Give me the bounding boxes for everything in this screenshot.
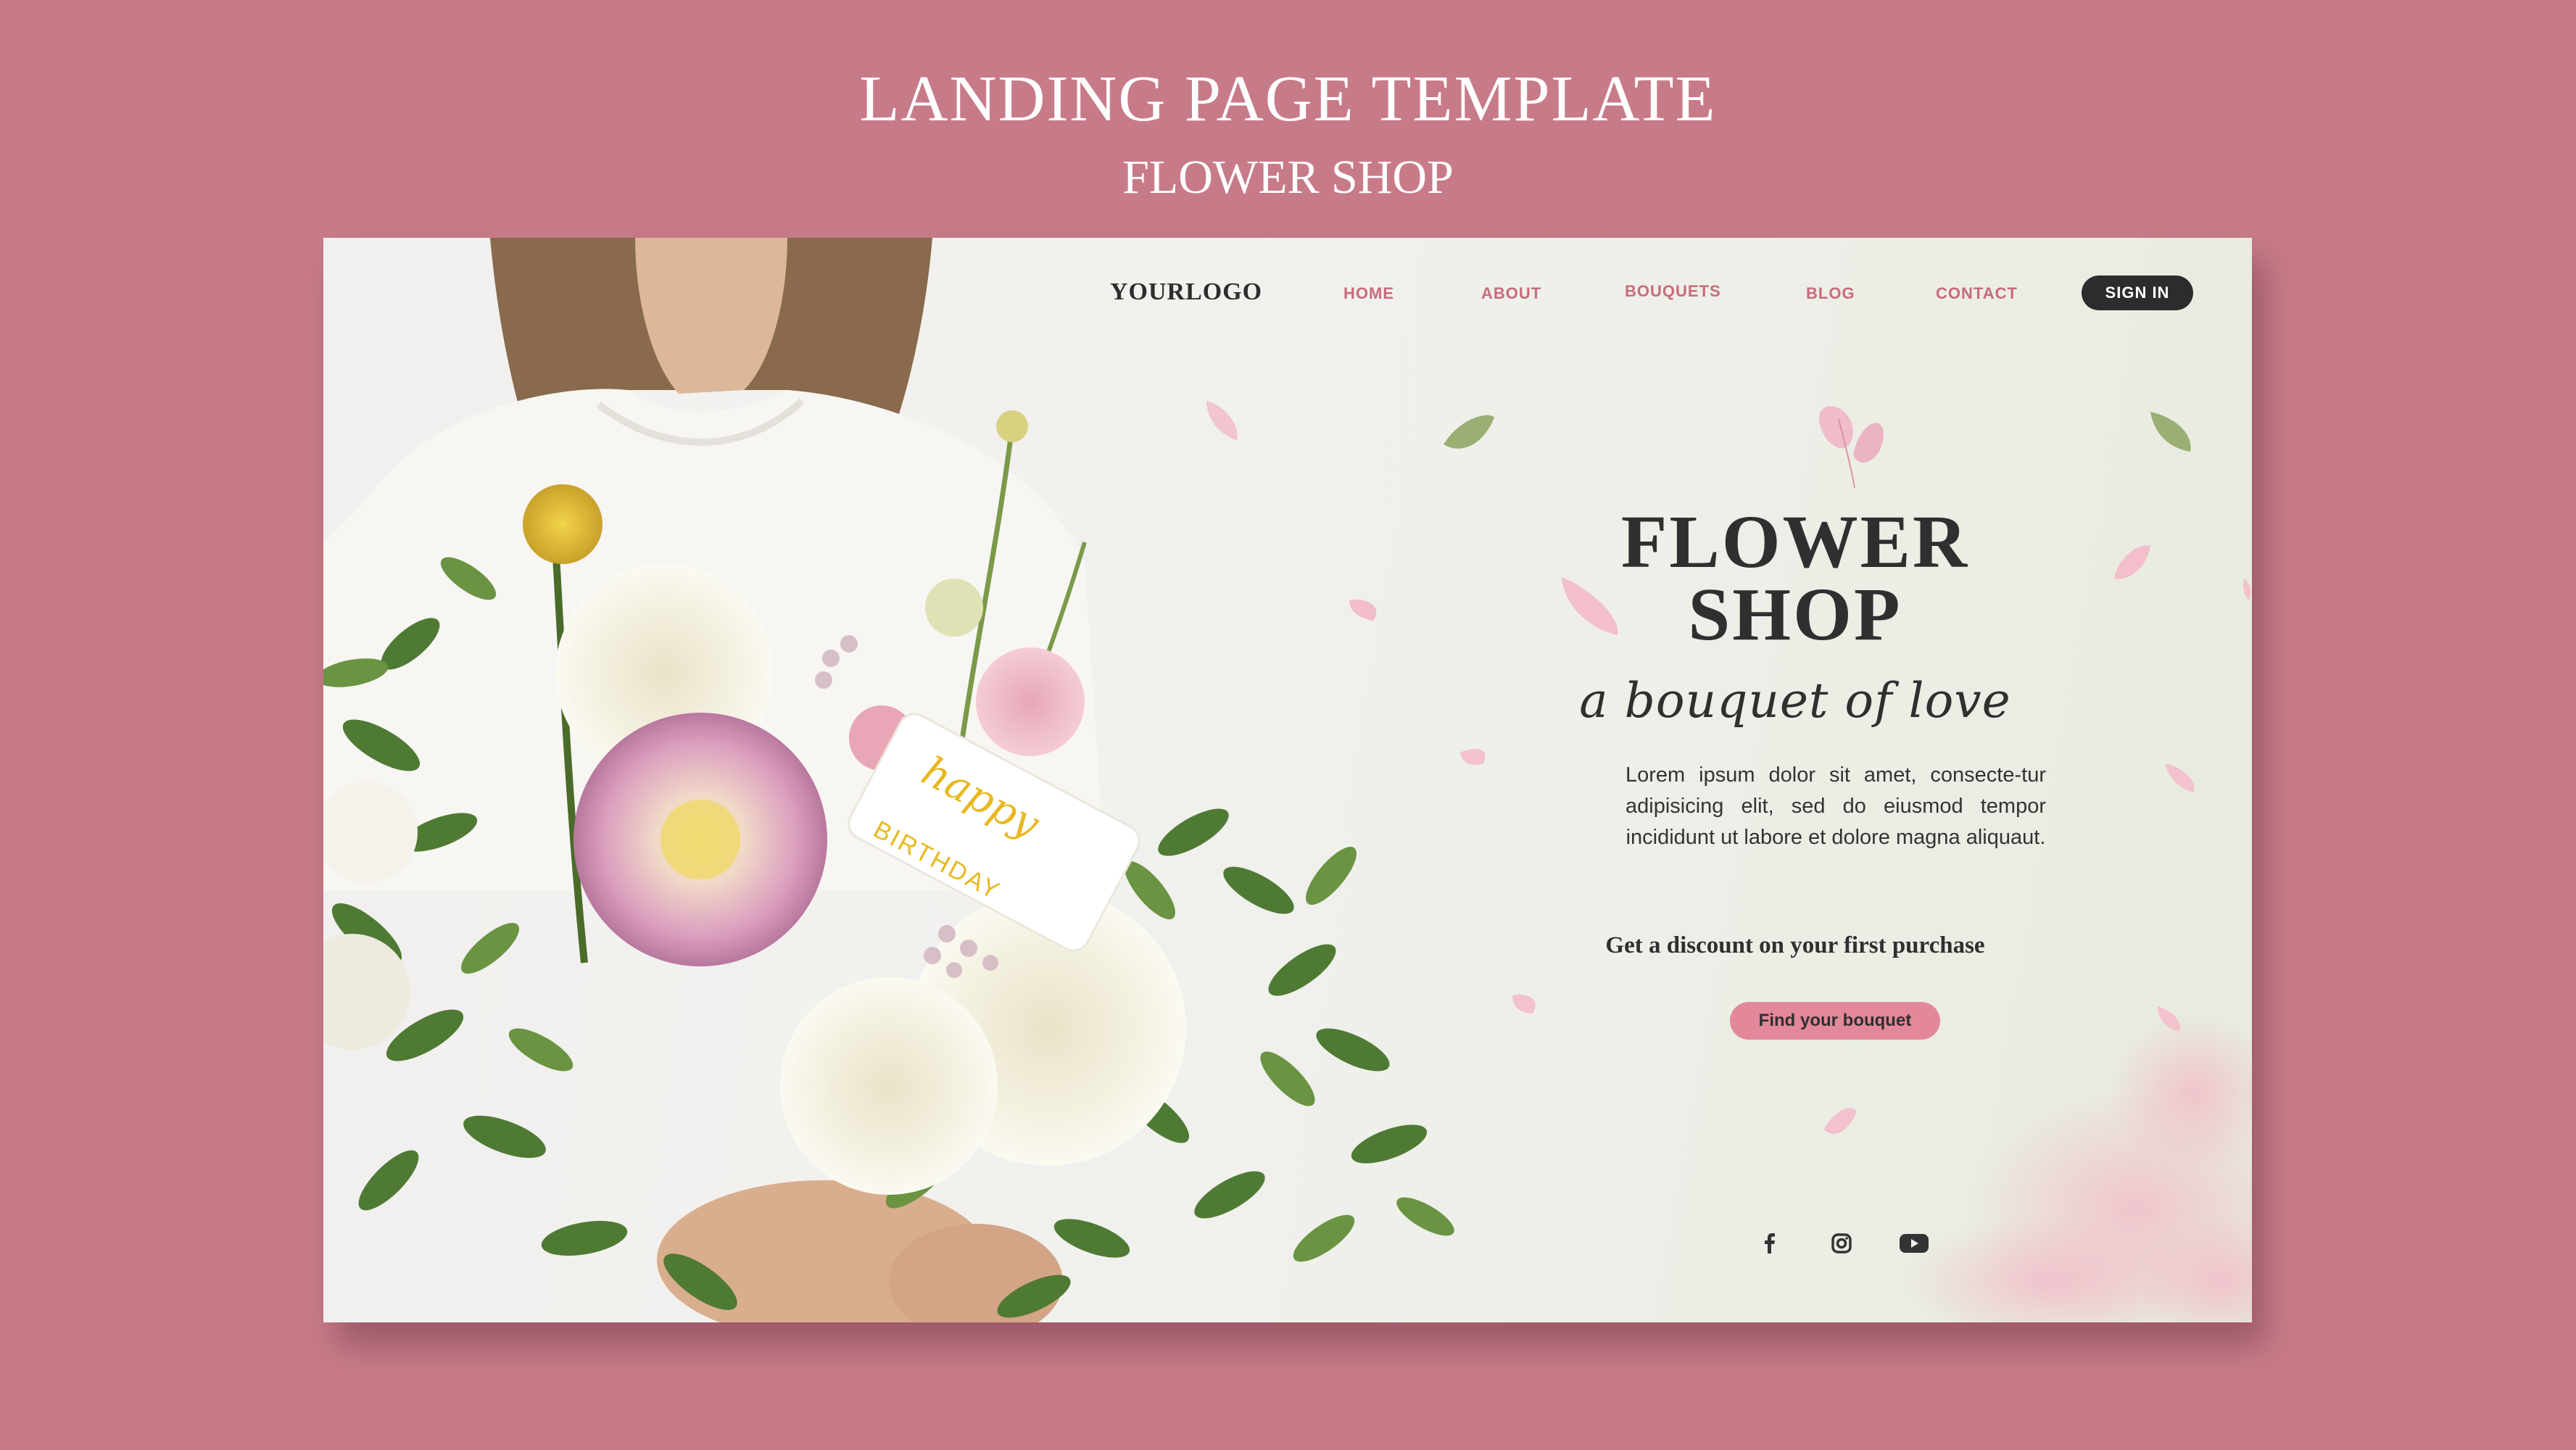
nav-home-link[interactable]: HOME [1343,284,1394,303]
facebook-icon[interactable] [1755,1229,1784,1258]
page-title: LANDING PAGE TEMPLATE [859,63,1717,135]
discount-text: Get a discount on your first purchase [1605,932,1985,958]
sign-in-button[interactable]: SIGN IN [2082,276,2193,310]
hero-tagline: a bouquet of love [1579,673,2011,729]
hero-title: FLOWER SHOP [1599,500,1991,656]
nav-blog-link[interactable]: BLOG [1806,284,1855,303]
hero-title-line-1: FLOWER [1620,500,1970,584]
hero-title-line-2: SHOP [1688,573,1902,656]
landing-page-mockup: happy BIRTHDAY YOURLOGO HOME ABOUT BOUQU… [323,238,2252,1322]
logo[interactable]: YOURLOGO [1110,278,1262,306]
nav-contact-link[interactable]: CONTACT [1936,284,2018,303]
nav-about-link[interactable]: ABOUT [1481,284,1541,303]
nav-bouquets-link[interactable]: BOUQUETS [1625,282,1721,301]
youtube-icon[interactable] [1900,1229,1929,1258]
page-subtitle: FLOWER SHOP [1122,151,1454,204]
find-bouquet-button[interactable]: Find your bouquet [1730,1002,1940,1040]
hero-bouquet-photo: happy BIRTHDAY [323,238,1454,1322]
hero-body-text: Lorem ipsum dolor sit amet, consecte-tur… [1625,763,2046,849]
instagram-icon[interactable] [1827,1229,1856,1258]
